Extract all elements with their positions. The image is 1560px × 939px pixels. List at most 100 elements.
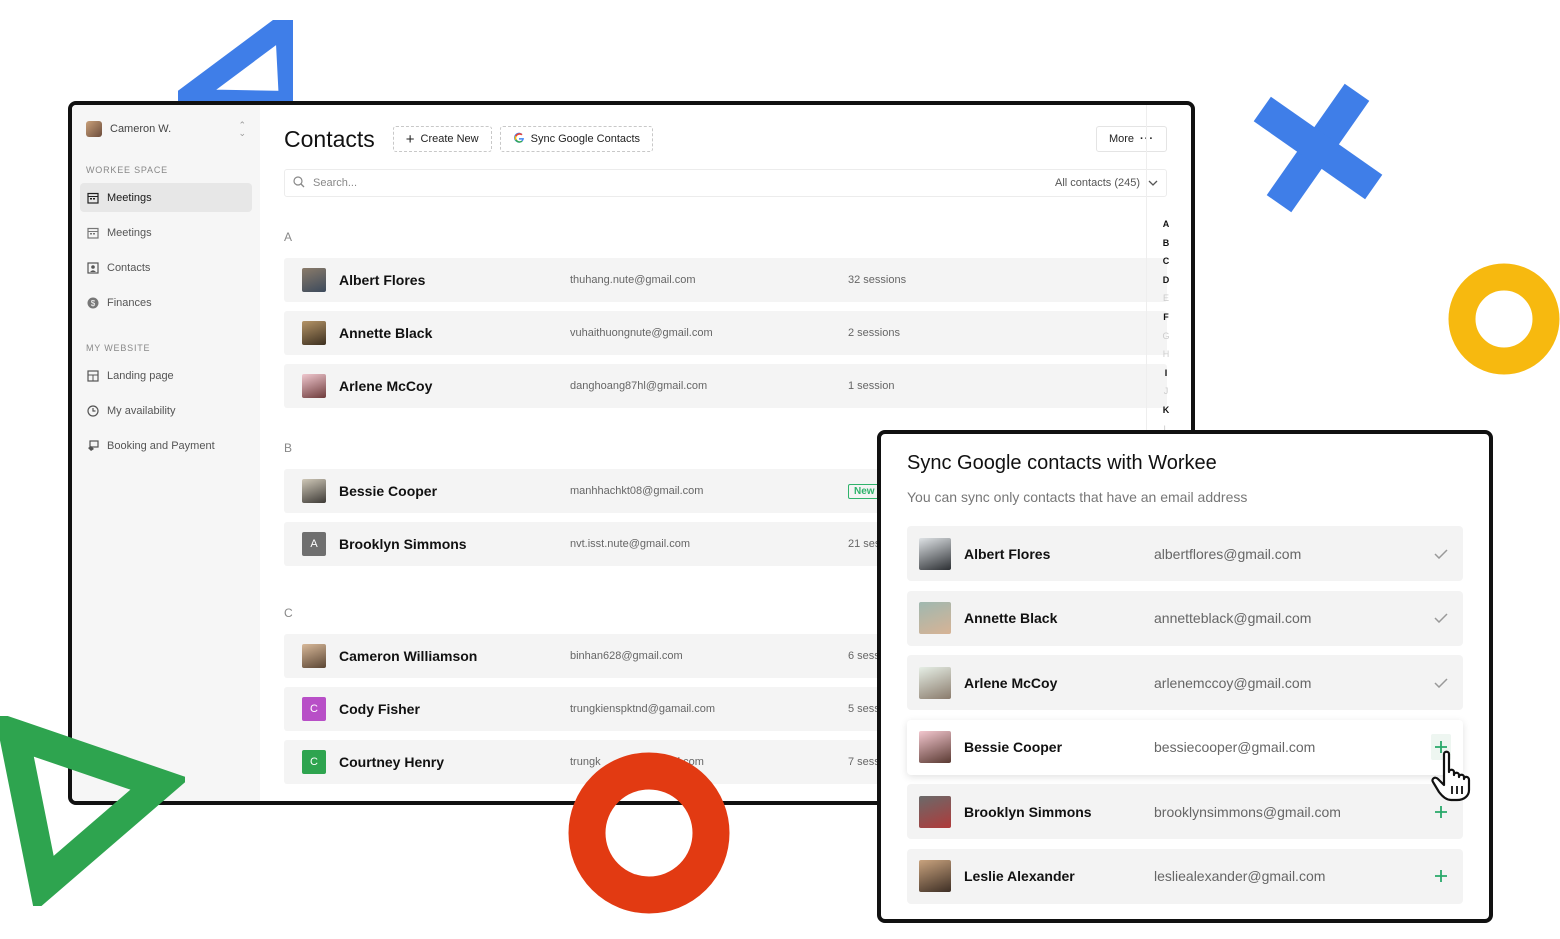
sync-contact-email: bessiecooper@gmail.com [1154,739,1316,755]
sidebar-section-title: WORKEE SPACE [86,165,168,175]
plus-icon [1435,870,1447,882]
contacts-filter-dropdown[interactable]: All contacts (245) [1055,177,1158,189]
blue-triangle-shape [178,20,293,110]
contact-row[interactable]: Annette Black vuhaithuongnute@gmail.com … [284,311,1167,355]
sync-contact-name: Leslie Alexander [964,868,1075,884]
avatar [919,731,951,763]
chevron-down-icon [1148,177,1158,189]
sidebar-item-meetings[interactable]: Meetings [80,183,252,212]
contact-row[interactable]: Arlene McCoy danghoang87hl@gmail.com 1 s… [284,364,1167,408]
avatar [919,860,951,892]
sync-contact-email: annetteblack@gmail.com [1154,610,1312,626]
sync-google-contacts-button[interactable]: Sync Google Contacts [499,126,654,152]
sidebar-item-finances[interactable]: $ Finances [80,288,252,317]
sync-contact-list: Albert Flores albertflores@gmail.com Ann… [907,526,1463,904]
avatar [302,644,326,668]
avatar [919,666,951,699]
alphabet-letter[interactable]: C [1163,252,1170,271]
contact-name: Cameron Williamson [339,648,478,664]
avatar: C [302,750,326,774]
sync-contact-row[interactable]: Albert Flores albertflores@gmail.com [907,526,1463,581]
clock-icon [86,404,99,417]
alphabet-letter[interactable]: B [1163,234,1170,253]
alphabet-letter[interactable]: A [1163,215,1170,234]
contact-sessions: 1 session [848,380,895,392]
sync-contact-email: lesliealexander@gmail.com [1154,868,1326,884]
contact-sessions: 32 sessions [848,274,907,286]
alphabet-letter[interactable]: D [1163,271,1170,290]
contact-name: Bessie Cooper [339,483,438,499]
group-letter: A [284,230,293,244]
sidebar-item-label: Landing page [107,369,174,382]
user-avatar [86,121,102,137]
sidebar: Cameron W. ⌃ ⌄ WORKEE SPACE Meetings Meet… [72,105,260,801]
sync-contact-name: Bessie Cooper [964,739,1063,755]
sidebar-item-contacts[interactable]: Contacts [80,253,252,282]
sidebar-item-my-availability[interactable]: My availability [80,396,252,425]
sidebar-item-meetings-2[interactable]: Meetings [80,218,252,247]
red-ring-shape [568,752,730,914]
topbar: Contacts + Create New Sync Google Contac… [284,123,1167,155]
yellow-ring-shape [1448,263,1560,375]
modal-subtitle: You can sync only contacts that have an … [907,489,1248,505]
alphabet-letter: E [1162,293,1169,304]
payment-icon [86,439,99,452]
check-icon [1431,548,1451,559]
contact-email: vuhaithuongnute@gmail.com [570,327,713,339]
contact-email: thuhang.nute@gmail.com [570,274,696,286]
new-badge: New [848,483,881,499]
avatar [302,268,326,292]
user-name: Cameron W. [110,123,172,135]
alphabet-letter: G [1162,330,1170,341]
hand-pointer-cursor-icon [1430,750,1480,807]
contact-sessions: 2 sessions [848,327,900,339]
sync-contact-row[interactable]: Leslie Alexander lesliealexander@gmail.c… [907,848,1463,904]
green-triangle-shape [0,716,185,906]
contact-email: nvt.isst.nute@gmail.com [570,538,690,550]
search-icon [293,175,305,191]
search-bar[interactable]: Search... All contacts (245) [284,169,1167,197]
create-new-button[interactable]: + Create New [392,126,492,152]
alphabet-letter: H [1162,349,1170,360]
sync-contact-email: arlenemccoy@gmail.com [1154,674,1312,691]
search-input[interactable]: Search... [313,177,357,189]
alphabet-letter[interactable]: F [1163,308,1169,327]
check-icon [1431,677,1451,688]
calendar-icon [86,191,99,204]
alphabet-letter[interactable]: I [1165,364,1168,383]
alphabet-letter[interactable]: K [1163,401,1170,420]
sync-contact-row[interactable]: Brooklyn Simmons brooklynsimmons@gmail.c… [907,784,1463,839]
sidebar-item-label: My availability [107,404,176,417]
chevron-updown-icon: ⌃ ⌄ [238,120,246,138]
sync-google-contacts-modal: Sync Google contacts with Workee You can… [877,430,1493,923]
sync-contact-row[interactable]: Bessie Cooper bessiecooper@gmail.com [907,719,1463,775]
avatar [919,602,951,634]
plus-icon: + [405,130,415,148]
contact-card-icon [86,261,99,274]
contact-sessions: 21 ses [848,538,881,550]
sidebar-item-booking-and-payment[interactable]: Booking and Payment [80,431,252,460]
contact-name: Albert Flores [339,272,426,288]
check-icon [1431,613,1451,623]
sync-contact-row[interactable]: Annette Black annetteblack@gmail.com [907,590,1463,646]
sidebar-item-label: Finances [107,296,152,309]
contact-name: Brooklyn Simmons [339,536,467,552]
contact-email: danghoang87hl@gmail.com [570,380,708,392]
sidebar-item-landing-page[interactable]: Landing page [80,361,252,390]
contact-name: Courtney Henry [339,754,445,770]
dollar-icon: $ [86,296,99,309]
contact-row[interactable]: Albert Flores thuhang.nute@gmail.com 32 … [284,258,1167,302]
sync-google-contacts-label: Sync Google Contacts [530,133,641,145]
sync-contact-row[interactable]: Arlene McCoy arlenemccoy@gmail.com [907,655,1463,710]
avatar [302,321,326,345]
more-button[interactable]: More ··· [1095,126,1167,152]
sidebar-item-label: Meetings [107,226,152,239]
contact-email: manhhachkt08@gmail.com [570,485,704,497]
avatar: A [302,532,326,556]
sync-contact-name: Arlene McCoy [964,674,1058,691]
user-switcher[interactable]: Cameron W. ⌃ ⌄ [80,115,252,143]
google-icon [513,132,525,147]
modal-title: Sync Google contacts with Workee [907,452,1217,474]
add-contact-button[interactable] [1431,869,1451,883]
more-label: More [1108,133,1134,145]
